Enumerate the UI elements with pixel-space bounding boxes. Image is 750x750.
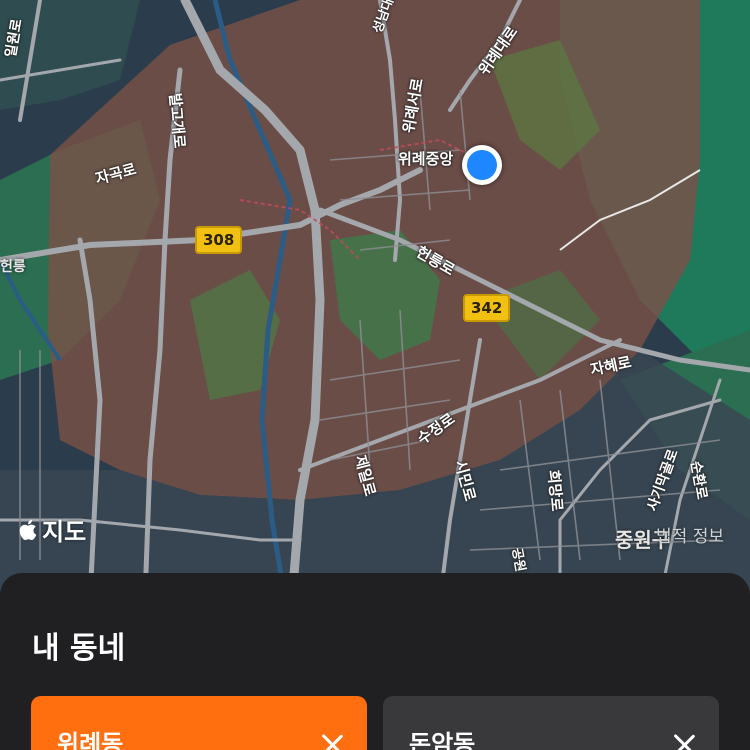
- road-label-huimang-ro: 희망로: [544, 469, 566, 512]
- neighborhood-sheet: 내 동네 위례동 돈암동: [0, 573, 750, 750]
- map-view[interactable]: 위례대로 위례서로 위례중앙 발고개로 자곡로 헌릉로 자혜로 수정로 제일로 …: [0, 0, 750, 600]
- chip-label: 위례동: [57, 730, 124, 750]
- neighborhood-chip-donam[interactable]: 돈암동: [383, 696, 719, 750]
- sheet-title: 내 동네: [32, 631, 126, 666]
- route-shield-308: 308: [195, 226, 243, 254]
- apple-maps-logo: 지도: [18, 512, 86, 547]
- map-base: [0, 0, 750, 600]
- close-icon[interactable]: [671, 732, 697, 750]
- route-shield-342: 342: [463, 294, 511, 322]
- apple-logo-icon: [19, 519, 37, 540]
- chip-label: 돈암동: [409, 730, 476, 750]
- road-label-gongwon: 공원: [508, 546, 528, 573]
- neighborhood-chip-wirye[interactable]: 위례동: [31, 696, 367, 750]
- current-location-marker: [462, 145, 502, 185]
- close-icon[interactable]: [319, 732, 345, 750]
- maps-logo-text: 지도: [42, 518, 87, 546]
- legal-link[interactable]: 법적 정보: [656, 522, 724, 547]
- screen: 위례대로 위례서로 위례중앙 발고개로 자곡로 헌릉로 자혜로 수정로 제일로 …: [0, 0, 750, 750]
- poi-label-heonneung: 헌릉: [0, 259, 26, 275]
- road-label-wirye-jungang: 위례중앙: [398, 150, 454, 168]
